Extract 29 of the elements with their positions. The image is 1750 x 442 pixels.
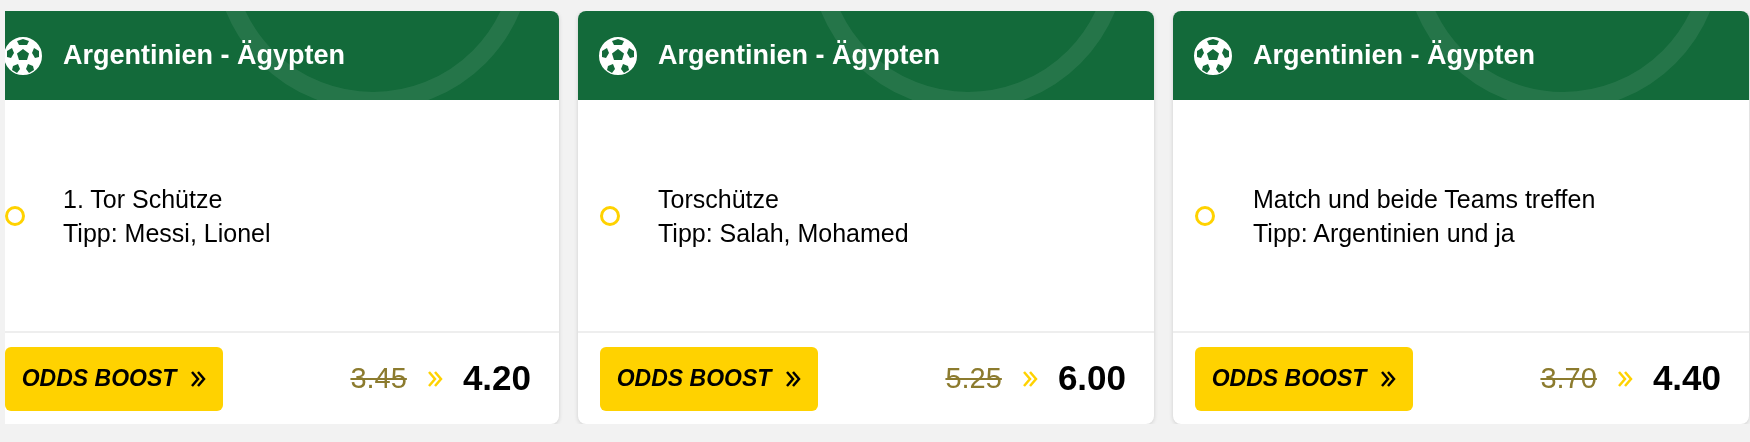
bet-tip: Tipp: Salah, Mohamed: [658, 217, 909, 249]
double-chevron-icon: [1380, 369, 1397, 388]
match-title: Argentinien - Ägypten: [1253, 39, 1535, 73]
odds-boost-button[interactable]: ODDS BOOST: [600, 346, 818, 411]
old-odds: 5.25: [945, 360, 1002, 396]
soccer-ball-icon: [1193, 35, 1233, 76]
soccer-ball-icon: [598, 35, 638, 76]
match-title: Argentinien - Ägypten: [63, 39, 345, 73]
boosted-odds[interactable]: 4.20: [462, 352, 531, 405]
bet-tip: Tipp: Argentinien und ja: [1253, 217, 1516, 249]
selection-radio[interactable]: [1195, 205, 1215, 226]
old-odds: 3.45: [350, 360, 407, 396]
boosted-odds[interactable]: 6.00: [1057, 352, 1126, 405]
market-name: 1. Tor Schütze: [63, 183, 224, 215]
double-chevron-icon: [190, 369, 207, 388]
selection-radio[interactable]: [5, 205, 25, 226]
odds-boost-button[interactable]: ODDS BOOST: [1195, 346, 1413, 411]
bet-tip: Tipp: Messi, Lionel: [63, 217, 271, 249]
boosted-odds[interactable]: 4.40: [1652, 352, 1721, 405]
market-name: Match und beide Teams treffen: [1253, 183, 1596, 215]
double-chevron-icon: [1616, 369, 1633, 388]
double-chevron-icon: [426, 369, 443, 388]
match-title: Argentinien - Ägypten: [658, 39, 940, 73]
old-odds: 3.70: [1540, 360, 1597, 396]
selection-radio[interactable]: [600, 205, 620, 226]
double-chevron-icon: [1021, 369, 1038, 388]
odds-boost-button[interactable]: ODDS BOOST: [5, 346, 223, 411]
market-name: Torschütze: [658, 183, 780, 215]
double-chevron-icon: [785, 369, 802, 388]
